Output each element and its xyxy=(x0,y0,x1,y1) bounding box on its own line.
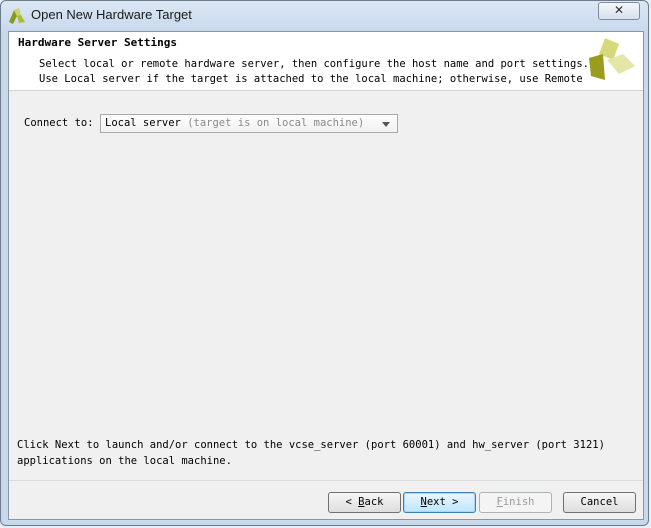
footer-info: Click Next to launch and/or connect to t… xyxy=(17,437,605,469)
window-title: Open New Hardware Target xyxy=(31,7,192,22)
close-button[interactable]: ✕ xyxy=(598,2,640,20)
footer-info-line-2: applications on the local machine. xyxy=(17,455,232,467)
back-button[interactable]: < Back xyxy=(328,492,401,513)
selected-server-hint: (target is on local machine) xyxy=(187,117,365,129)
back-label: ack xyxy=(364,496,384,508)
next-arrow: > xyxy=(445,496,459,508)
close-icon: ✕ xyxy=(613,3,625,17)
dropdown-selected-value: Local server (target is on local machine… xyxy=(105,115,364,132)
page-header: Hardware Server Settings Select local or… xyxy=(9,32,643,91)
connect-to-dropdown[interactable]: Local server (target is on local machine… xyxy=(100,114,398,133)
next-button[interactable]: Next > xyxy=(403,492,476,513)
footer-info-line-1: Click Next to launch and/or connect to t… xyxy=(17,439,605,451)
dialog-content: Hardware Server Settings Select local or… xyxy=(8,31,644,520)
vivado-app-icon xyxy=(9,8,25,24)
next-label: ext xyxy=(426,496,446,508)
cancel-button[interactable]: Cancel xyxy=(563,492,636,513)
dialog-window: Open New Hardware Target ✕ Hardware Serv… xyxy=(0,0,649,526)
page-description-line-1: Select local or remote hardware server, … xyxy=(39,58,589,70)
button-divider xyxy=(9,480,643,481)
finish-label: inish xyxy=(502,496,535,508)
selected-server: Local server xyxy=(105,117,181,129)
chevron-down-icon xyxy=(382,122,390,127)
page-title: Hardware Server Settings xyxy=(18,36,177,49)
title-bar[interactable]: Open New Hardware Target ✕ xyxy=(1,1,648,31)
xilinx-logo xyxy=(589,38,635,80)
finish-button[interactable]: Finish xyxy=(479,492,552,513)
connect-to-label: Connect to: xyxy=(24,117,94,129)
page-description-line-2: Use Local server if the target is attach… xyxy=(39,73,583,85)
back-arrow: < xyxy=(345,496,359,508)
